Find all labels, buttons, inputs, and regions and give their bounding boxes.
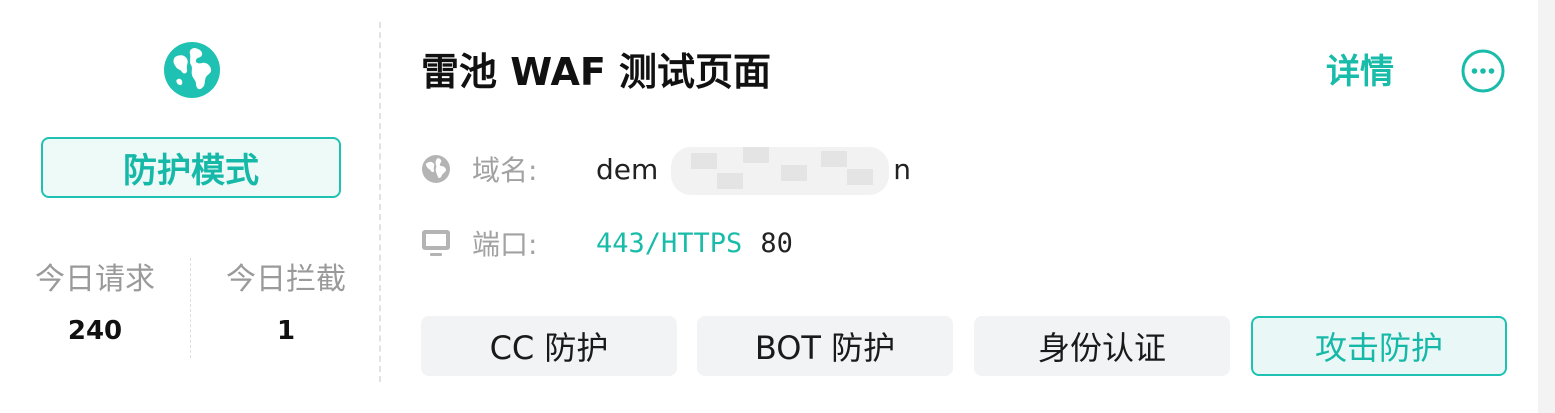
today-blocked-value: 1 xyxy=(276,316,296,346)
globe-icon xyxy=(164,42,220,98)
globe-small-icon xyxy=(422,155,450,183)
column-divider xyxy=(379,22,381,382)
today-blocked-label: 今日拦截 xyxy=(226,262,346,297)
site-card: 防护模式 今日请求 240 今日拦截 1 雷池 WAF 测试页面 详情 域名: … xyxy=(0,0,1555,413)
monitor-icon xyxy=(422,230,450,256)
port-label: 端口: xyxy=(472,228,538,261)
redaction-blur xyxy=(671,146,889,195)
attack-protection-button[interactable]: 攻击防护 xyxy=(1251,316,1507,376)
protection-mode-label: 防护模式 xyxy=(123,151,259,191)
bot-protection-button[interactable]: BOT 防护 xyxy=(697,316,953,376)
auth-button[interactable]: 身份认证 xyxy=(974,316,1230,376)
today-requests-stat: 今日请求 240 xyxy=(0,258,190,346)
domain-row: 域名: dem n xyxy=(420,146,912,195)
protection-mode-button[interactable]: 防护模式 xyxy=(41,137,341,198)
more-ellipsis-icon[interactable] xyxy=(1461,49,1505,93)
details-link[interactable]: 详情 xyxy=(1326,48,1394,96)
port-http-value: 80 xyxy=(760,227,793,259)
today-requests-label: 今日请求 xyxy=(35,262,155,297)
domain-value: dem n xyxy=(596,146,912,195)
port-row: 端口: 443/HTTPS 80 xyxy=(420,223,793,263)
scrollbar[interactable] xyxy=(1538,0,1555,413)
site-summary-panel: 防护模式 今日请求 240 今日拦截 1 xyxy=(0,0,380,413)
today-blocked-stat: 今日拦截 1 xyxy=(191,258,381,346)
domain-visible-text: dem xyxy=(596,152,659,186)
domain-label: 域名: xyxy=(472,154,538,187)
cc-protection-button[interactable]: CC 防护 xyxy=(421,316,677,376)
today-requests-value: 240 xyxy=(67,316,123,346)
port-https-value: 443/HTTPS xyxy=(596,227,743,259)
domain-tail-text: n xyxy=(893,152,912,186)
page-title: 雷池 WAF 测试页面 xyxy=(421,50,772,94)
